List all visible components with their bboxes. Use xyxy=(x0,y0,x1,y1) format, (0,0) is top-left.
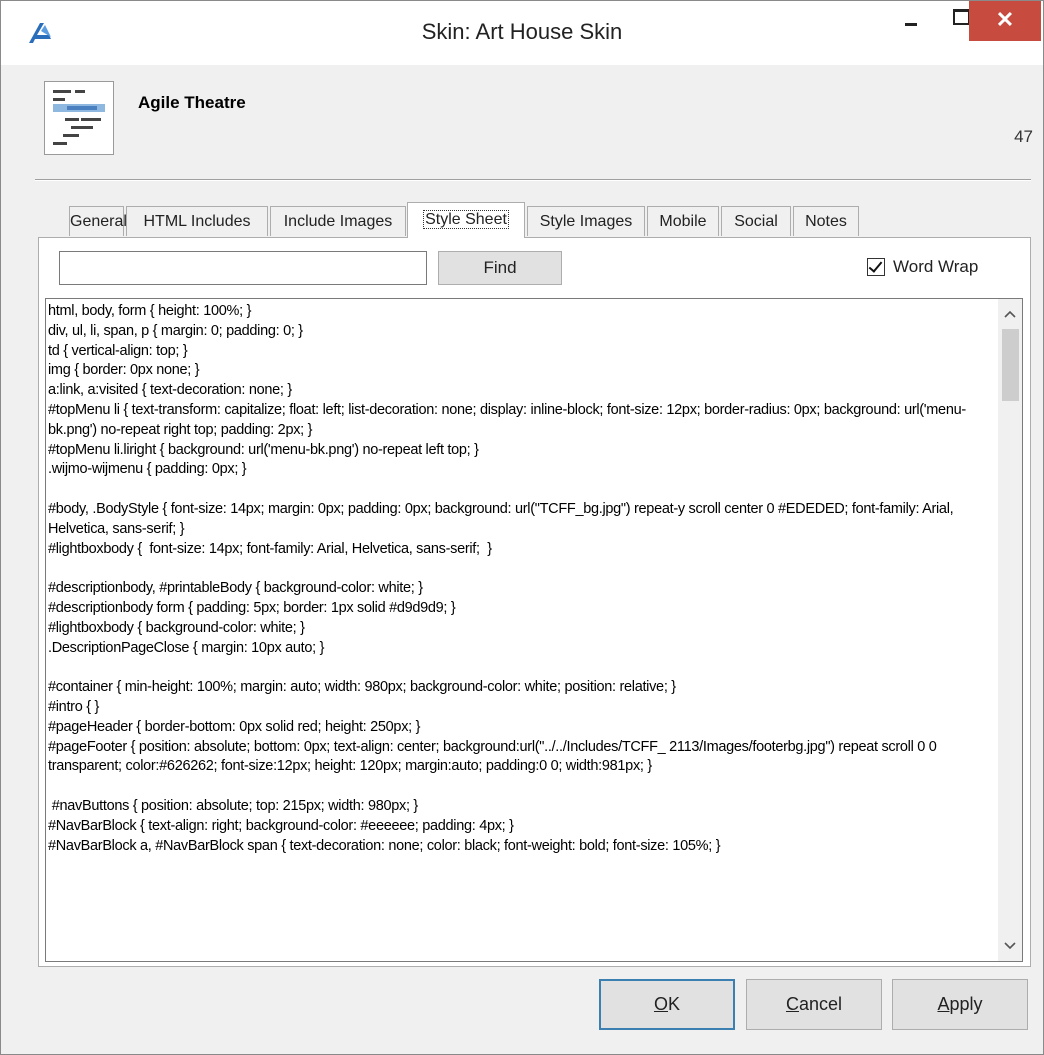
skin-name: Agile Theatre xyxy=(138,93,246,112)
find-button[interactable]: Find xyxy=(438,251,562,285)
apply-accesskey: A xyxy=(937,994,950,1014)
chevron-down-icon[interactable] xyxy=(998,935,1022,957)
skin-layout-icon xyxy=(53,90,105,145)
chevron-up-icon[interactable] xyxy=(998,303,1022,325)
skin-dialog: Skin: Art House Skin ✕ Agile Theatre 47 … xyxy=(0,0,1044,1055)
tab-general[interactable]: General xyxy=(69,206,127,236)
apply-label-rest: pply xyxy=(949,994,983,1014)
apply-button[interactable]: Apply xyxy=(892,979,1028,1030)
cancel-button[interactable]: Cancel xyxy=(746,979,882,1030)
tab-html-includes[interactable]: HTML Includes xyxy=(126,206,268,236)
skin-thumbnail xyxy=(44,81,114,155)
minimize-icon[interactable] xyxy=(889,1,935,41)
tab-style-sheet-label: Style Sheet xyxy=(423,210,509,229)
stylesheet-editor[interactable]: html, body, form { height: 100%; } div, … xyxy=(45,298,1023,962)
ok-accesskey: O xyxy=(653,994,668,1014)
find-input[interactable] xyxy=(59,251,427,285)
stylesheet-text[interactable]: html, body, form { height: 100%; } div, … xyxy=(48,302,996,856)
tab-include-images[interactable]: Include Images xyxy=(270,206,406,236)
word-wrap-checkbox[interactable] xyxy=(867,258,885,276)
ok-button[interactable]: OK xyxy=(599,979,735,1030)
word-wrap-label[interactable]: Word Wrap xyxy=(893,257,978,277)
tab-social[interactable]: Social xyxy=(721,206,791,236)
close-button[interactable]: ✕ xyxy=(969,1,1041,41)
title-bar[interactable]: Skin: Art House Skin ✕ xyxy=(1,1,1043,65)
ok-label-rest: K xyxy=(668,994,681,1014)
skin-id: 47 xyxy=(1014,127,1033,146)
scrollbar-thumb[interactable] xyxy=(1002,329,1019,401)
cancel-label-rest: ancel xyxy=(798,994,843,1014)
tab-style-sheet[interactable]: Style Sheet xyxy=(407,202,525,238)
window-title: Skin: Art House Skin xyxy=(421,19,623,44)
vertical-scrollbar[interactable] xyxy=(998,299,1022,961)
header-divider xyxy=(35,179,1031,181)
tab-style-images[interactable]: Style Images xyxy=(527,206,645,236)
cancel-accesskey: C xyxy=(785,994,799,1014)
tab-notes[interactable]: Notes xyxy=(793,206,859,236)
tab-mobile[interactable]: Mobile xyxy=(647,206,719,236)
close-icon: ✕ xyxy=(995,7,1015,32)
